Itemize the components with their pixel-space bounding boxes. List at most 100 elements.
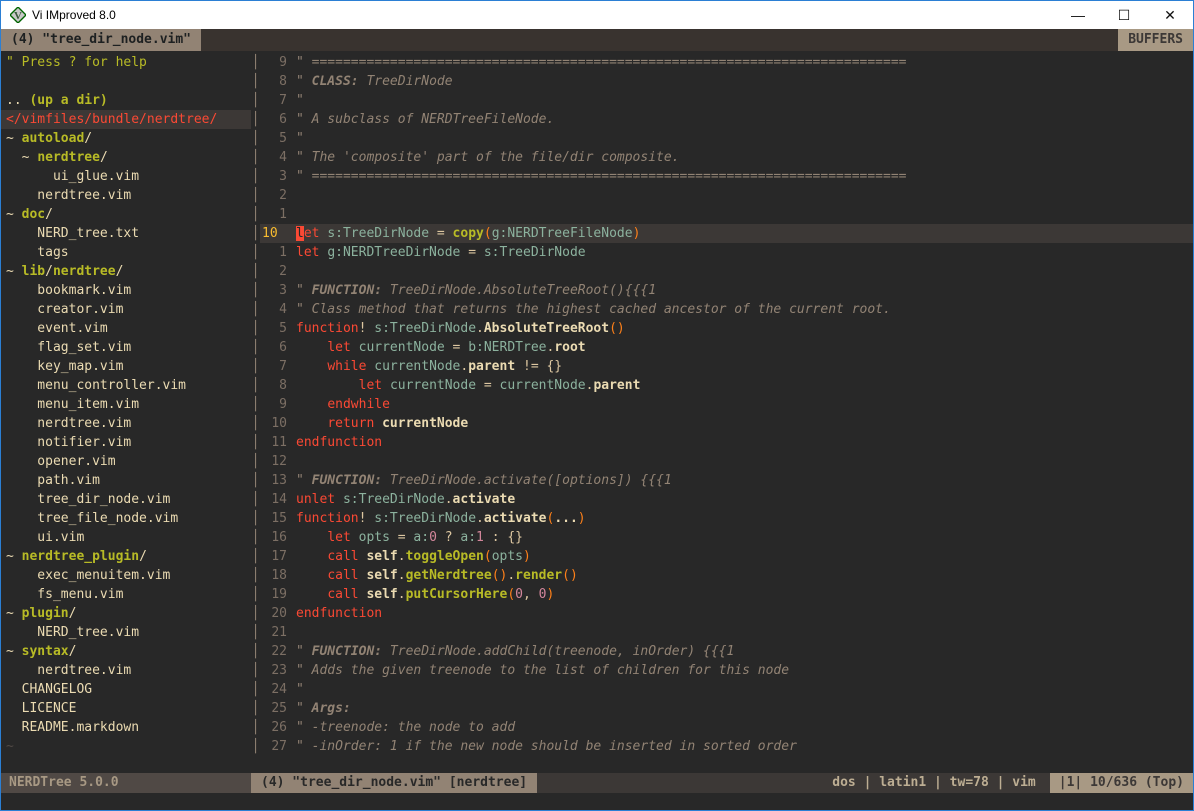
code-text: " The 'composite' part of the file/dir c… bbox=[296, 148, 680, 167]
syntax-span-file: bookmark.vim bbox=[6, 283, 131, 298]
code-line[interactable]: 27" -inOrder: 1 if the new node should b… bbox=[260, 737, 1193, 756]
code-line[interactable]: 2 bbox=[260, 186, 1193, 205]
code-line[interactable]: 17 call self.toggleOpen(opts) bbox=[260, 547, 1193, 566]
nerdtree-row[interactable]: LICENCE bbox=[1, 699, 251, 718]
syntax-span-fn: toggleOpen bbox=[406, 549, 484, 564]
code-text: " FUNCTION: TreeDirNode.AbsoluteTreeRoot… bbox=[296, 281, 656, 300]
nerdtree-row[interactable]: NERD_tree.vim bbox=[1, 623, 251, 642]
nerdtree-row[interactable]: notifier.vim bbox=[1, 433, 251, 452]
code-line[interactable]: 25" Args: bbox=[260, 699, 1193, 718]
code-line[interactable]: 15function! s:TreeDirNode.activate(...) bbox=[260, 509, 1193, 528]
nerdtree-row[interactable]: </vimfiles/bundle/nerdtree/ bbox=[1, 110, 251, 129]
code-line[interactable]: 18 call self.getNerdtree().render() bbox=[260, 566, 1193, 585]
nerdtree-row[interactable]: " Press ? for help bbox=[1, 53, 251, 72]
syntax-span-dl: () bbox=[609, 321, 625, 336]
nerdtree-row[interactable]: ~ nerdtree/ bbox=[1, 148, 251, 167]
syntax-span-fgb: parent bbox=[468, 359, 515, 374]
command-line[interactable] bbox=[1, 793, 1193, 810]
code-line[interactable]: 5" bbox=[260, 129, 1193, 148]
code-line[interactable]: 14unlet s:TreeDirNode.activate bbox=[260, 490, 1193, 509]
code-text: " Adds the given treenode to the list of… bbox=[296, 661, 789, 680]
nerdtree-row[interactable]: ~ lib/nerdtree/ bbox=[1, 262, 251, 281]
nerdtree-row[interactable]: menu_controller.vim bbox=[1, 376, 251, 395]
code-line[interactable]: 6 let currentNode = b:NERDTree.root bbox=[260, 338, 1193, 357]
code-line[interactable]: 16 let opts = a:0 ? a:1 : {} bbox=[260, 528, 1193, 547]
code-line[interactable]: 9 endwhile bbox=[260, 395, 1193, 414]
nerdtree-row[interactable]: NERD_tree.txt bbox=[1, 224, 251, 243]
code-line[interactable]: 5function! s:TreeDirNode.AbsoluteTreeRoo… bbox=[260, 319, 1193, 338]
nerdtree-row[interactable]: path.vim bbox=[1, 471, 251, 490]
syntax-span-fg bbox=[296, 340, 327, 355]
nerdtree-row[interactable]: bookmark.vim bbox=[1, 281, 251, 300]
code-line[interactable]: 3" FUNCTION: TreeDirNode.AbsoluteTreeRoo… bbox=[260, 281, 1193, 300]
nerdtree-row[interactable]: ui_glue.vim bbox=[1, 167, 251, 186]
code-line[interactable]: 24" bbox=[260, 680, 1193, 699]
nerdtree-row[interactable]: exec_menuitem.vim bbox=[1, 566, 251, 585]
vim-window: V Vi IMproved 8.0 — ☐ ✕ (4) "tree_dir_no… bbox=[0, 0, 1194, 811]
nerdtree-row[interactable]: ~ autoload/ bbox=[1, 129, 251, 148]
nerdtree-row[interactable]: ~ plugin/ bbox=[1, 604, 251, 623]
syntax-span-fg bbox=[374, 416, 382, 431]
nerdtree-row[interactable]: menu_item.vim bbox=[1, 395, 251, 414]
code-line[interactable]: 4" Class method that returns the highest… bbox=[260, 300, 1193, 319]
code-line[interactable]: 8 let currentNode = currentNode.parent bbox=[260, 376, 1193, 395]
code-line[interactable]: 12 bbox=[260, 452, 1193, 471]
separator-glyph: │ bbox=[251, 129, 260, 148]
code-line[interactable]: 8" CLASS: TreeDirNode bbox=[260, 72, 1193, 91]
code-line[interactable]: 10 return currentNode bbox=[260, 414, 1193, 433]
nerdtree-row[interactable]: tree_file_node.vim bbox=[1, 509, 251, 528]
code-line[interactable]: 1let g:NERDTreeDirNode = s:TreeDirNode bbox=[260, 243, 1193, 262]
nerdtree-row[interactable]: flag_set.vim bbox=[1, 338, 251, 357]
nerdtree-row[interactable]: fs_menu.vim bbox=[1, 585, 251, 604]
code-line[interactable]: 6" A subclass of NERDTreeFileNode. bbox=[260, 110, 1193, 129]
syntax-span-kw: let bbox=[327, 340, 350, 355]
code-text: endfunction bbox=[296, 604, 382, 623]
code-line[interactable]: 23" Adds the given treenode to the list … bbox=[260, 661, 1193, 680]
code-line[interactable]: 1 bbox=[260, 205, 1193, 224]
maximize-button[interactable]: ☐ bbox=[1101, 1, 1147, 29]
window-separator[interactable]: │││││││││││││││││││││││││││││││││││││ bbox=[251, 53, 260, 773]
code-line[interactable]: 21 bbox=[260, 623, 1193, 642]
syntax-span-dir: (up a dir) bbox=[29, 93, 107, 108]
nerdtree-row[interactable]: CHANGELOG bbox=[1, 680, 251, 699]
syntax-span-file: LICENCE bbox=[6, 701, 76, 716]
nerdtree-row[interactable]: .. (up a dir) bbox=[1, 91, 251, 110]
separator-glyph: │ bbox=[251, 300, 260, 319]
buffer-tab-active[interactable]: (4) "tree_dir_node.vim" bbox=[1, 29, 201, 51]
line-number-gap bbox=[287, 110, 296, 129]
nerdtree-row[interactable]: ~ nerdtree_plugin/ bbox=[1, 547, 251, 566]
code-line[interactable]: 7" bbox=[260, 91, 1193, 110]
syntax-span-file: / bbox=[116, 264, 124, 279]
minimize-button[interactable]: — bbox=[1055, 1, 1101, 29]
code-line[interactable]: 22" FUNCTION: TreeDirNode.addChild(treen… bbox=[260, 642, 1193, 661]
line-number-gap bbox=[287, 319, 296, 338]
nerdtree-row[interactable]: event.vim bbox=[1, 319, 251, 338]
nerdtree-row[interactable]: nerdtree.vim bbox=[1, 186, 251, 205]
separator-glyph: │ bbox=[251, 357, 260, 376]
nerdtree-row[interactable]: nerdtree.vim bbox=[1, 661, 251, 680]
code-line[interactable]: 7 while currentNode.parent != {} bbox=[260, 357, 1193, 376]
code-line[interactable]: 3" =====================================… bbox=[260, 167, 1193, 186]
nerdtree-row[interactable]: README.markdown bbox=[1, 718, 251, 737]
nerdtree-row[interactable]: tree_dir_node.vim bbox=[1, 490, 251, 509]
nerdtree-row[interactable]: ~ syntax/ bbox=[1, 642, 251, 661]
code-line[interactable]: 11endfunction bbox=[260, 433, 1193, 452]
nerdtree-row[interactable]: opener.vim bbox=[1, 452, 251, 471]
nerdtree-row[interactable]: ~ doc/ bbox=[1, 205, 251, 224]
code-line[interactable]: 20endfunction bbox=[260, 604, 1193, 623]
code-line[interactable]: 26" -treenode: the node to add bbox=[260, 718, 1193, 737]
nerdtree-row[interactable]: nerdtree.vim bbox=[1, 414, 251, 433]
close-button[interactable]: ✕ bbox=[1147, 1, 1193, 29]
code-line[interactable]: 4" The 'composite' part of the file/dir … bbox=[260, 148, 1193, 167]
syntax-span-file: opener.vim bbox=[6, 454, 116, 469]
nerdtree-row[interactable]: tags bbox=[1, 243, 251, 262]
code-line[interactable]: 13" FUNCTION: TreeDirNode.activate([opti… bbox=[260, 471, 1193, 490]
nerdtree-row[interactable]: ui.vim bbox=[1, 528, 251, 547]
code-line[interactable]: 2 bbox=[260, 262, 1193, 281]
code-line[interactable]: 9" =====================================… bbox=[260, 53, 1193, 72]
nerdtree-row[interactable]: creator.vim bbox=[1, 300, 251, 319]
code-line[interactable]: 19 call self.putCursorHere(0, 0) bbox=[260, 585, 1193, 604]
syntax-span-file: nerdtree.vim bbox=[6, 188, 131, 203]
code-line-cursor[interactable]: 10let s:TreeDirNode = copy(g:NERDTreeFil… bbox=[260, 224, 1193, 243]
nerdtree-row[interactable]: key_map.vim bbox=[1, 357, 251, 376]
